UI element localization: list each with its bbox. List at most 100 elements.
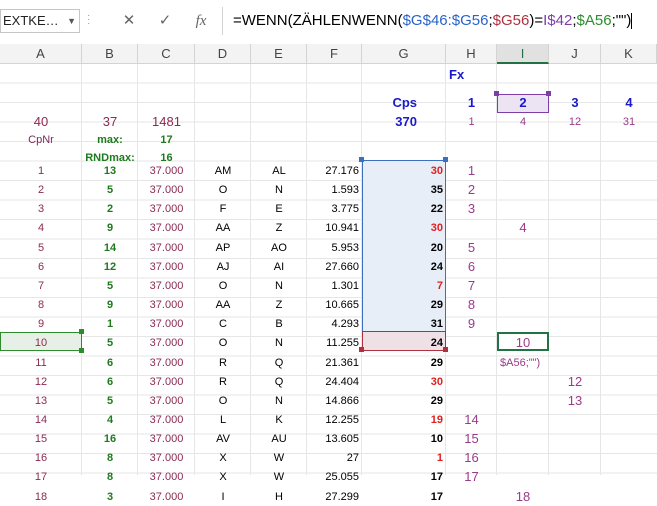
table-cell-cpnr: 2 (37, 184, 45, 196)
table-cell-cpnr: 4 (37, 222, 45, 234)
table-cell-fx3 (549, 354, 601, 372)
table-cell-cps: 30 (430, 376, 443, 388)
table-cell-rnd: 13 (103, 165, 117, 177)
cpnr-label: CpNr (28, 134, 54, 146)
table-cell-amount: 37.000 (149, 337, 184, 349)
table-cell-e: N (275, 395, 283, 407)
table-cell-fx1: 17 (464, 469, 479, 484)
table-cell-fx2 (497, 468, 549, 486)
cancel-button[interactable]: ✕ (112, 9, 146, 33)
table-cell-cps: 17 (430, 471, 443, 483)
table-cell-fx2 (497, 239, 549, 257)
table-cell-amount: 37.000 (149, 357, 184, 369)
table-cell-cpnr: 10 (34, 337, 48, 349)
check-icon: ✓ (158, 12, 172, 29)
table-cell-fx1 (446, 334, 497, 352)
table-cell-cpnr: 7 (37, 280, 45, 292)
table-cell-fx2 (497, 162, 549, 180)
table-cell-d: I (221, 491, 225, 503)
drag-handle-icon[interactable]: · · · (87, 11, 91, 29)
table-cell-rnd: 8 (106, 471, 114, 483)
table-cell-amount: 37.000 (149, 471, 184, 483)
table-cell-e: AI (273, 261, 285, 273)
fx-number-3: 3 (571, 95, 579, 110)
table-cell-fx1: 7 (467, 278, 476, 293)
table-cell-fx2 (497, 277, 549, 295)
table-cell-fx1 (446, 392, 497, 410)
table-cell-rnd: 1 (106, 318, 114, 330)
fx-number-4: 4 (625, 95, 633, 110)
table-cell-fx1: 5 (467, 240, 476, 255)
column-header-b[interactable]: B (82, 44, 138, 64)
function-icon: fx (195, 13, 207, 29)
column-header-i[interactable]: I (497, 44, 549, 64)
enter-button[interactable]: ✓ (148, 9, 182, 33)
table-cell-fx1: 8 (467, 297, 476, 312)
table-cell-fx3 (549, 181, 601, 199)
table-cell-f: 14.866 (325, 395, 359, 407)
table-cell-d: O (218, 280, 228, 292)
table-cell-e: Z (275, 222, 283, 234)
table-cell-cpnr: 18 (34, 491, 48, 503)
table-cell-cps: 29 (430, 299, 443, 311)
table-cell-fx3 (549, 468, 601, 486)
column-header-g[interactable]: G (362, 44, 446, 64)
table-cell-d: O (218, 184, 228, 196)
formula-input[interactable]: =WENN(ZÄHLENWENN($G$46:$G56;$G56)=I$42;$… (222, 7, 657, 35)
table-cell-f: 10.941 (325, 222, 359, 234)
fx-count-3: 12 (568, 116, 582, 128)
table-cell-fx2 (497, 200, 549, 218)
column-header-d[interactable]: D (195, 44, 251, 64)
table-cell-fx2: 10 (515, 335, 531, 350)
table-cell-cpnr: 11 (35, 357, 47, 369)
table-cell-cps: 24 (430, 337, 443, 349)
table-cell-f: 11.255 (326, 337, 359, 349)
table-cell-fx2 (497, 315, 549, 333)
table-cell-e: E (275, 203, 283, 215)
insert-function-button[interactable]: fx (184, 9, 218, 33)
table-cell-amount: 37.000 (149, 414, 184, 426)
table-cell-cps: 22 (430, 203, 443, 215)
column-header-j[interactable]: J (549, 44, 601, 64)
table-cell-fx2 (497, 411, 549, 429)
column-header-c[interactable]: C (138, 44, 195, 64)
table-cell-f: 3.775 (331, 203, 359, 215)
column-header-a[interactable]: A (0, 44, 82, 64)
table-cell-cps: 31 (430, 318, 443, 330)
formula-part: ;"") (611, 12, 632, 29)
table-cell-d: L (219, 414, 227, 426)
table-cell-d: AA (215, 222, 231, 234)
cps-total: 370 (395, 114, 417, 129)
table-cell-f: 27.176 (325, 165, 359, 177)
table-cell-f: 1.301 (331, 280, 359, 292)
table-cell-rnd: 4 (106, 414, 114, 426)
table-cell-d: AA (215, 299, 231, 311)
table-cell-fx3 (549, 334, 601, 352)
table-cell-fx3: 12 (567, 374, 583, 389)
table-cell-cps: 35 (430, 184, 443, 196)
max-label: max: (97, 134, 123, 146)
table-cell-amount: 37.000 (149, 222, 184, 234)
name-box[interactable]: EXTKE… ▼ (0, 9, 80, 33)
column-header-h[interactable]: H (446, 44, 497, 64)
table-cell-e: B (275, 318, 283, 330)
column-header-k[interactable]: K (601, 44, 657, 64)
table-cell-d: AJ (216, 261, 230, 273)
table-cell-cpnr: 17 (34, 471, 48, 483)
table-cell-fx3 (549, 239, 601, 257)
table-cell-cpnr: 14 (34, 414, 48, 426)
table-cell-fx3 (549, 315, 601, 333)
column-header-e[interactable]: E (251, 44, 307, 64)
table-cell-fx3 (549, 258, 601, 276)
table-cell-cpnr: 15 (34, 433, 48, 445)
table-cell-fx1: 3 (467, 201, 476, 216)
table-cell-fx1: 9 (467, 316, 476, 331)
table-cell-cpnr: 12 (34, 376, 48, 388)
table-cell-cpnr: 8 (37, 299, 45, 311)
chevron-down-icon[interactable]: ▼ (67, 10, 76, 32)
formula-part: =WENN(ZÄHLENWENN( (233, 12, 403, 29)
column-header-f[interactable]: F (307, 44, 362, 64)
table-cell-d: X (219, 452, 227, 464)
table-cell-rnd: 16 (103, 433, 117, 445)
fx-number-2: 2 (519, 95, 527, 110)
